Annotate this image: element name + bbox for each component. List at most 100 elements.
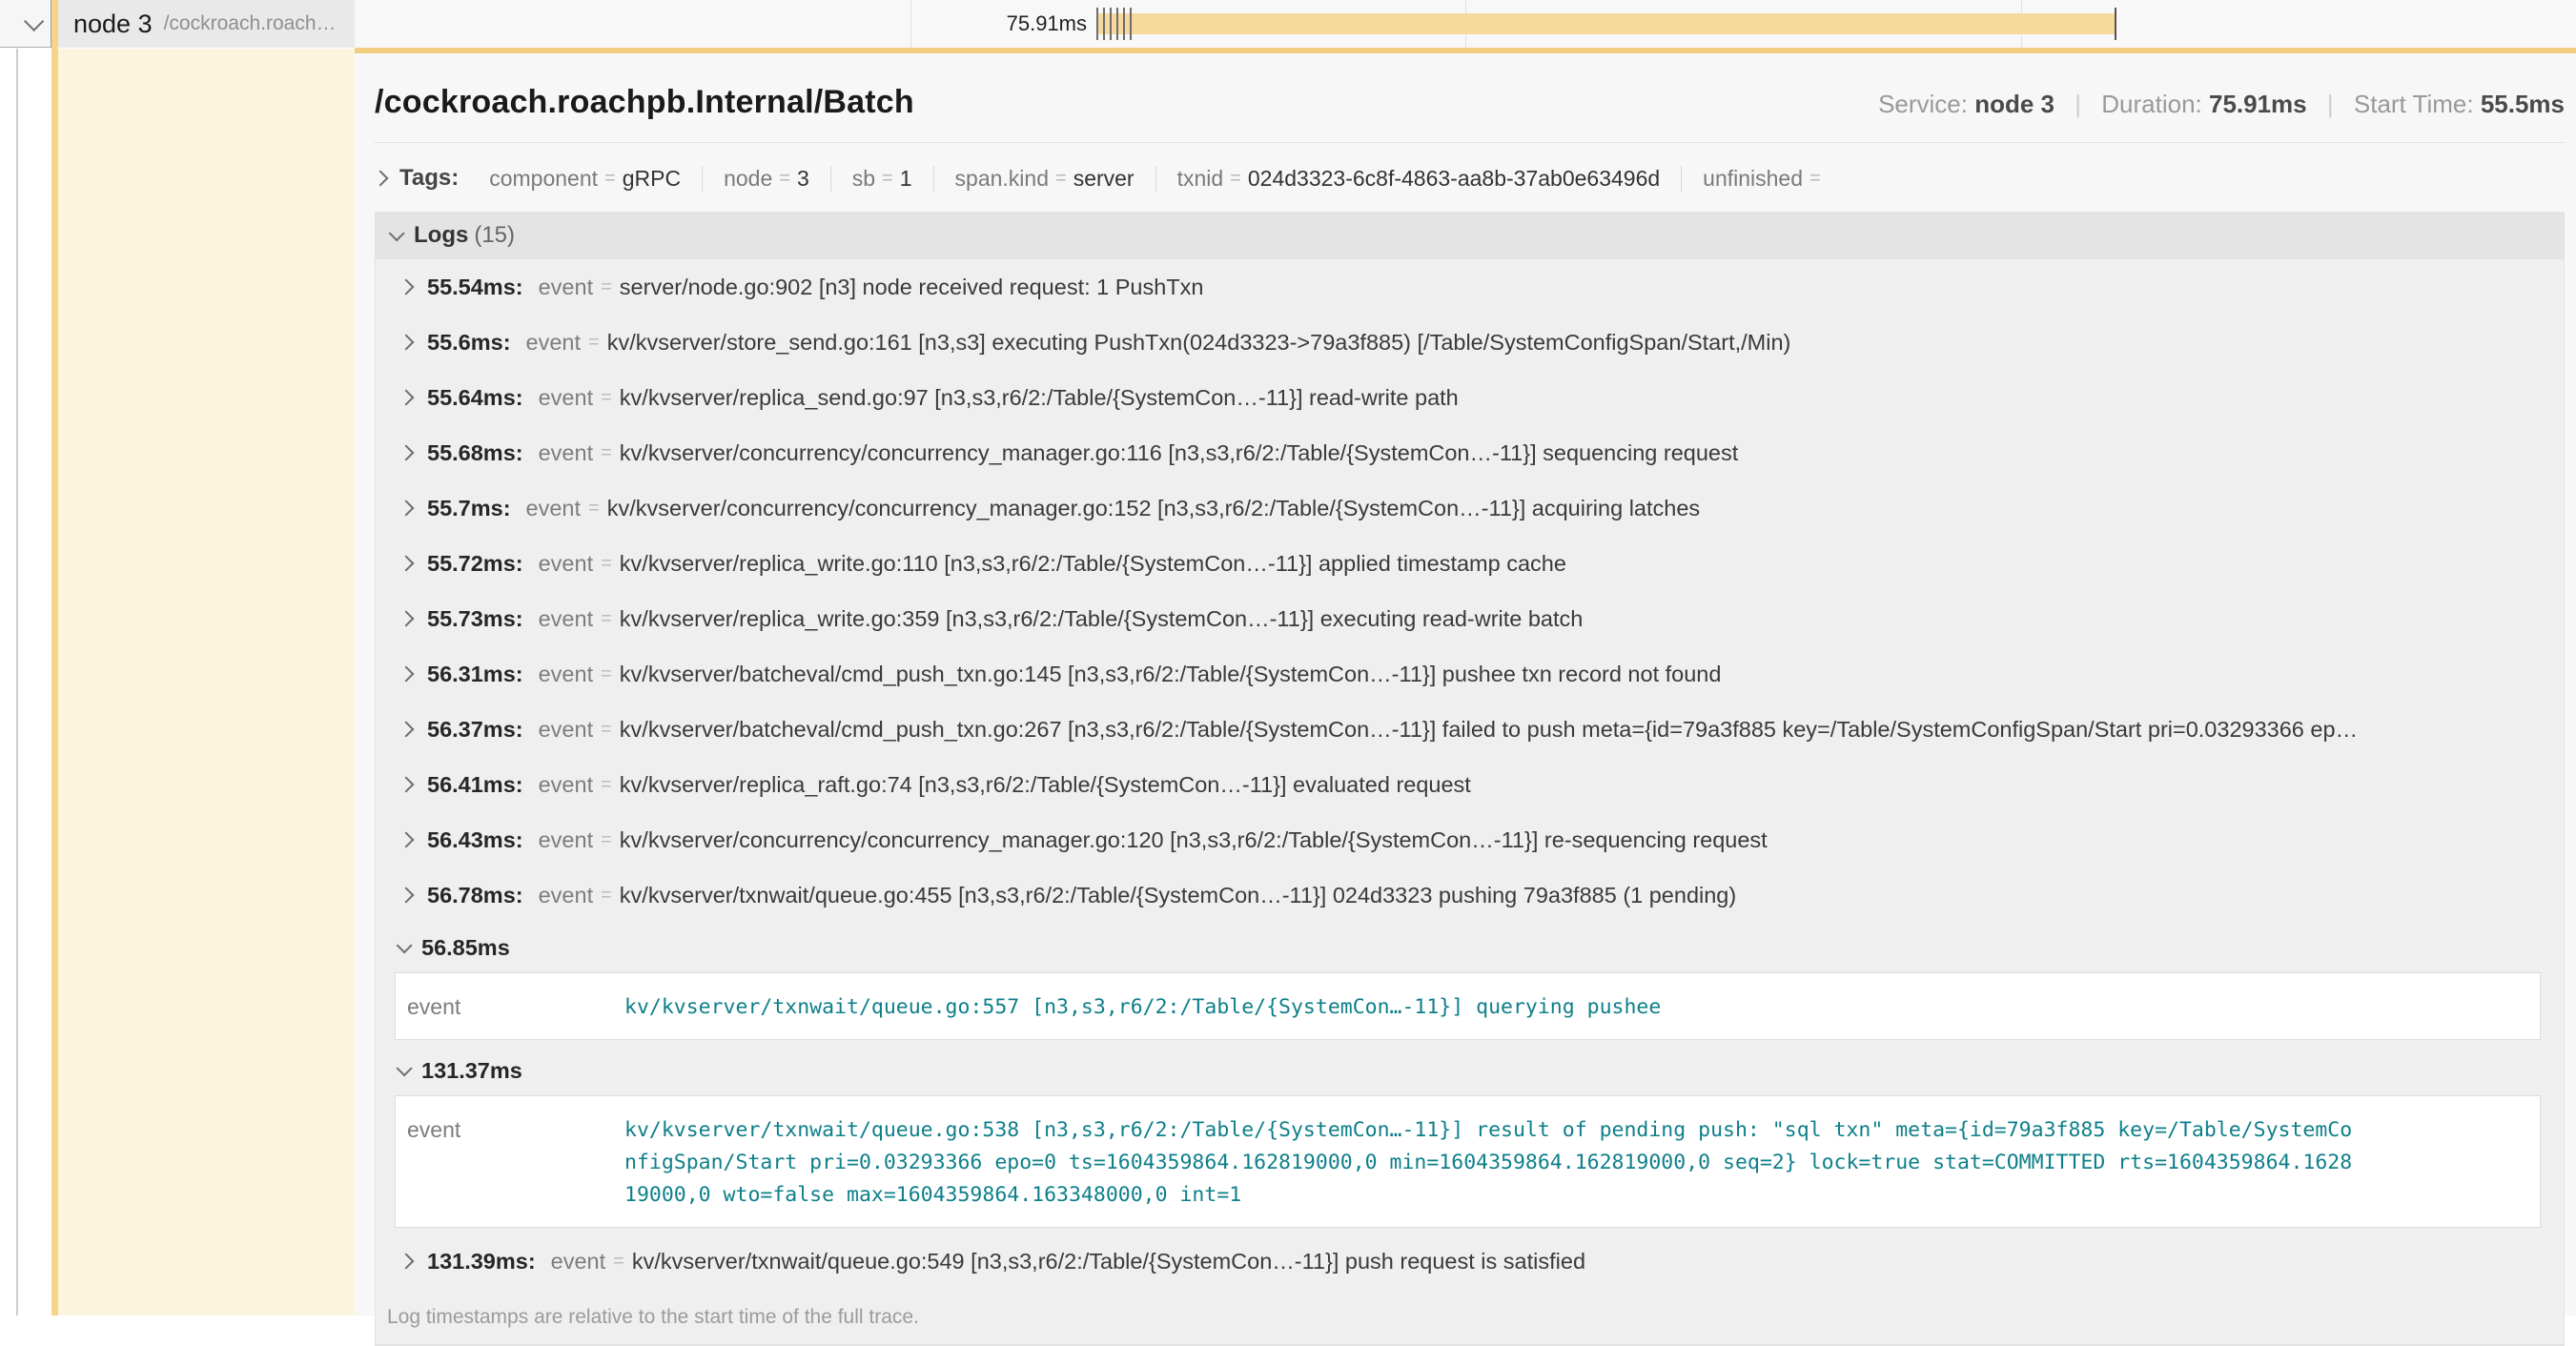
log-timestamp: 131.39ms: bbox=[427, 1249, 536, 1275]
log-value: kv/kvserver/replica_send.go:97 [n3,s3,r6… bbox=[620, 385, 1459, 411]
indent-guide-line bbox=[16, 49, 18, 1315]
log-field: event bbox=[539, 717, 594, 743]
log-row[interactable]: 131.39ms: event=kv/kvserver/txnwait/queu… bbox=[376, 1234, 2564, 1289]
chevron-right-icon[interactable] bbox=[399, 335, 415, 351]
log-value: kv/kvserver/concurrency/concurrency_mana… bbox=[607, 496, 1700, 521]
log-timestamp: 55.73ms: bbox=[427, 606, 523, 632]
span-meta: Service: node 3 | Duration: 75.91ms | St… bbox=[1878, 90, 2565, 119]
log-timestamp: 56.31ms: bbox=[427, 662, 523, 687]
log-field: event bbox=[539, 772, 594, 798]
tag-unfinished: unfinished= bbox=[1681, 166, 1849, 192]
log-field: event bbox=[396, 989, 624, 1024]
start-time-label: Start Time: bbox=[2354, 90, 2474, 118]
log-timestamp: 55.7ms: bbox=[427, 496, 511, 521]
tag-component: component=gRPC bbox=[468, 166, 702, 192]
service-name: node 3 bbox=[73, 10, 153, 39]
span-rows-gutter bbox=[0, 49, 51, 1315]
chevron-right-icon[interactable] bbox=[399, 556, 415, 572]
log-event-detail: event kv/kvserver/txnwait/queue.go:538 [… bbox=[395, 1095, 2541, 1228]
log-value: kv/kvserver/txnwait/queue.go:455 [n3,s3,… bbox=[620, 883, 1736, 908]
log-value: kv/kvserver/concurrency/concurrency_mana… bbox=[620, 440, 1738, 466]
chevron-down-icon[interactable] bbox=[389, 225, 405, 241]
log-row[interactable]: 55.6ms: event=kv/kvserver/store_send.go:… bbox=[376, 315, 2564, 370]
log-timestamp: 56.43ms: bbox=[427, 827, 523, 853]
log-field: event bbox=[526, 330, 582, 356]
log-row[interactable]: 56.78ms: event=kv/kvserver/txnwait/queue… bbox=[376, 867, 2564, 923]
collapse-span-chevron-icon[interactable] bbox=[24, 11, 44, 31]
log-field: event bbox=[526, 496, 582, 521]
log-row[interactable]: 55.68ms: event=kv/kvserver/concurrency/c… bbox=[376, 425, 2564, 480]
chevron-right-icon[interactable] bbox=[399, 887, 415, 904]
tag-node: node=3 bbox=[702, 166, 830, 192]
log-timestamp: 55.64ms: bbox=[427, 385, 523, 411]
operation-name: /cockroach.roach… bbox=[164, 12, 337, 35]
tags-accordion[interactable]: Tags: component=gRPC node=3 sb=1 span.ki… bbox=[375, 158, 2565, 198]
log-field: event bbox=[539, 827, 594, 853]
chevron-right-icon[interactable] bbox=[399, 390, 415, 406]
log-row[interactable]: 55.64ms: event=kv/kvserver/replica_send.… bbox=[376, 370, 2564, 425]
chevron-right-icon[interactable] bbox=[399, 1254, 415, 1270]
log-row[interactable]: 56.43ms: event=kv/kvserver/concurrency/c… bbox=[376, 812, 2564, 867]
span-color-stripe bbox=[51, 0, 58, 1315]
log-row[interactable]: 55.54ms: event=server/node.go:902 [n3] n… bbox=[376, 259, 2564, 315]
log-value: server/node.go:902 [n3] node received re… bbox=[620, 275, 1204, 300]
logs-header[interactable]: Logs (15) bbox=[376, 212, 2564, 259]
log-field: event bbox=[396, 1111, 624, 1212]
log-row[interactable]: 56.41ms: event=kv/kvserver/replica_raft.… bbox=[376, 757, 2564, 812]
chevron-right-icon[interactable] bbox=[373, 171, 389, 187]
log-value-mono: kv/kvserver/txnwait/queue.go:538 [n3,s3,… bbox=[624, 1111, 2355, 1212]
chevron-down-icon[interactable] bbox=[397, 937, 413, 953]
chevron-right-icon[interactable] bbox=[399, 279, 415, 296]
log-row[interactable]: 56.37ms: event=kv/kvserver/batcheval/cmd… bbox=[376, 702, 2564, 757]
service-label: Service: bbox=[1878, 90, 1968, 118]
log-value: kv/kvserver/concurrency/concurrency_mana… bbox=[620, 827, 1768, 853]
service-value: node 3 bbox=[1974, 90, 2055, 118]
log-value: kv/kvserver/txnwait/queue.go:549 [n3,s3,… bbox=[632, 1249, 1585, 1275]
log-row[interactable]: 56.31ms: event=kv/kvserver/batcheval/cmd… bbox=[376, 646, 2564, 702]
meta-separator: | bbox=[2075, 90, 2081, 118]
duration-label: Duration: bbox=[2101, 90, 2202, 118]
log-field: event bbox=[551, 1249, 606, 1275]
chevron-down-icon[interactable] bbox=[397, 1060, 413, 1076]
log-timestamp: 56.78ms: bbox=[427, 883, 523, 908]
chevron-right-icon[interactable] bbox=[399, 777, 415, 793]
log-marker-tick bbox=[1096, 8, 1098, 40]
log-row[interactable]: 55.73ms: event=kv/kvserver/replica_write… bbox=[376, 591, 2564, 646]
logs-title: Logs bbox=[414, 222, 468, 249]
chevron-right-icon[interactable] bbox=[399, 500, 415, 517]
span-duration-label: 75.91ms bbox=[1007, 0, 1087, 48]
chevron-right-icon[interactable] bbox=[399, 611, 415, 627]
log-row-expanded-header[interactable]: 56.85ms bbox=[376, 923, 2564, 972]
log-timestamp: 55.6ms: bbox=[427, 330, 511, 356]
duration-value: 75.91ms bbox=[2209, 90, 2307, 118]
log-row[interactable]: 55.7ms: event=kv/kvserver/concurrency/co… bbox=[376, 480, 2564, 536]
chevron-right-icon[interactable] bbox=[399, 666, 415, 683]
span-timeline[interactable]: 75.91ms bbox=[355, 0, 2576, 48]
span-detail-panel: /cockroach.roachpb.Internal/Batch Servic… bbox=[355, 48, 2576, 1315]
log-event-detail: event kv/kvserver/txnwait/queue.go:557 [… bbox=[395, 972, 2541, 1040]
tags-label: Tags: bbox=[399, 165, 459, 192]
chevron-right-icon[interactable] bbox=[399, 722, 415, 738]
tag-list: component=gRPC node=3 sb=1 span.kind=ser… bbox=[468, 166, 1848, 192]
log-field: event bbox=[539, 606, 594, 632]
log-value-mono: kv/kvserver/txnwait/queue.go:557 [n3,s3,… bbox=[624, 989, 1661, 1024]
span-duration-bar[interactable] bbox=[1098, 13, 2115, 34]
log-value: kv/kvserver/replica_write.go:110 [n3,s3,… bbox=[620, 551, 1566, 577]
span-name-cell[interactable]: node 3 /cockroach.roach… bbox=[58, 0, 355, 48]
log-timestamp: 56.41ms: bbox=[427, 772, 523, 798]
logs-count: (15) bbox=[474, 222, 515, 249]
log-timestamp: 56.37ms: bbox=[427, 717, 523, 743]
selected-span-name-column[interactable] bbox=[58, 49, 355, 1315]
log-value: kv/kvserver/store_send.go:161 [n3,s3] ex… bbox=[607, 330, 1791, 356]
tag-sb: sb=1 bbox=[830, 166, 933, 192]
log-row-expanded-header[interactable]: 131.37ms bbox=[376, 1046, 2564, 1095]
log-field: event bbox=[539, 551, 594, 577]
log-value: kv/kvserver/replica_write.go:359 [n3,s3,… bbox=[620, 606, 1584, 632]
chevron-right-icon[interactable] bbox=[399, 445, 415, 461]
log-marker-tick bbox=[1103, 8, 1105, 40]
tag-span-kind: span.kind=server bbox=[933, 166, 1155, 192]
log-row[interactable]: 55.72ms: event=kv/kvserver/replica_write… bbox=[376, 536, 2564, 591]
trace-timeline-row[interactable]: node 3 /cockroach.roach… 75.91ms bbox=[0, 0, 2576, 48]
chevron-right-icon[interactable] bbox=[399, 832, 415, 848]
meta-separator: | bbox=[2327, 90, 2334, 118]
